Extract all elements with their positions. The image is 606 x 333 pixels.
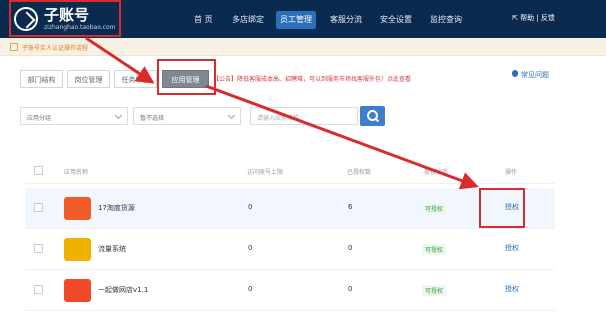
arrow-to-authorize bbox=[205, 84, 479, 190]
arrow-to-app-tab bbox=[85, 36, 155, 84]
annotation-arrows bbox=[85, 36, 479, 190]
